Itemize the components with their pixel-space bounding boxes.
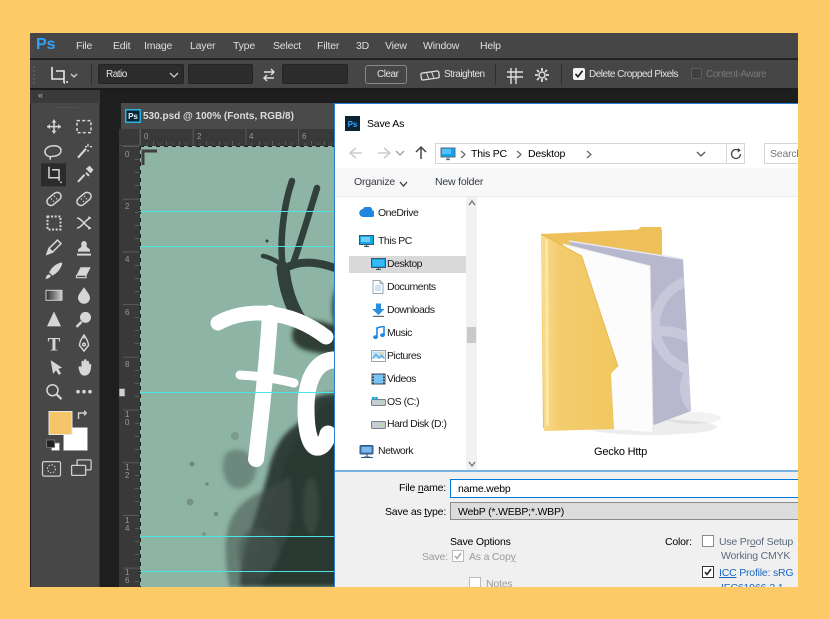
svg-text:Ps: Ps bbox=[128, 112, 138, 121]
svg-text:2: 2 bbox=[125, 471, 130, 480]
svg-text:Ps: Ps bbox=[348, 120, 358, 129]
svg-text:4: 4 bbox=[249, 132, 254, 141]
svg-text:0: 0 bbox=[125, 418, 130, 427]
svg-text:T: T bbox=[48, 335, 61, 356]
svg-text:6: 6 bbox=[302, 132, 307, 141]
svg-text:0: 0 bbox=[144, 132, 149, 141]
svg-text:6: 6 bbox=[125, 576, 130, 585]
svg-text:2: 2 bbox=[125, 202, 130, 211]
svg-text:0: 0 bbox=[125, 150, 130, 159]
svg-text:4: 4 bbox=[125, 255, 130, 264]
svg-text:6: 6 bbox=[125, 308, 130, 317]
svg-text:4: 4 bbox=[125, 524, 130, 533]
svg-text:2: 2 bbox=[197, 132, 202, 141]
svg-text:8: 8 bbox=[125, 360, 130, 369]
